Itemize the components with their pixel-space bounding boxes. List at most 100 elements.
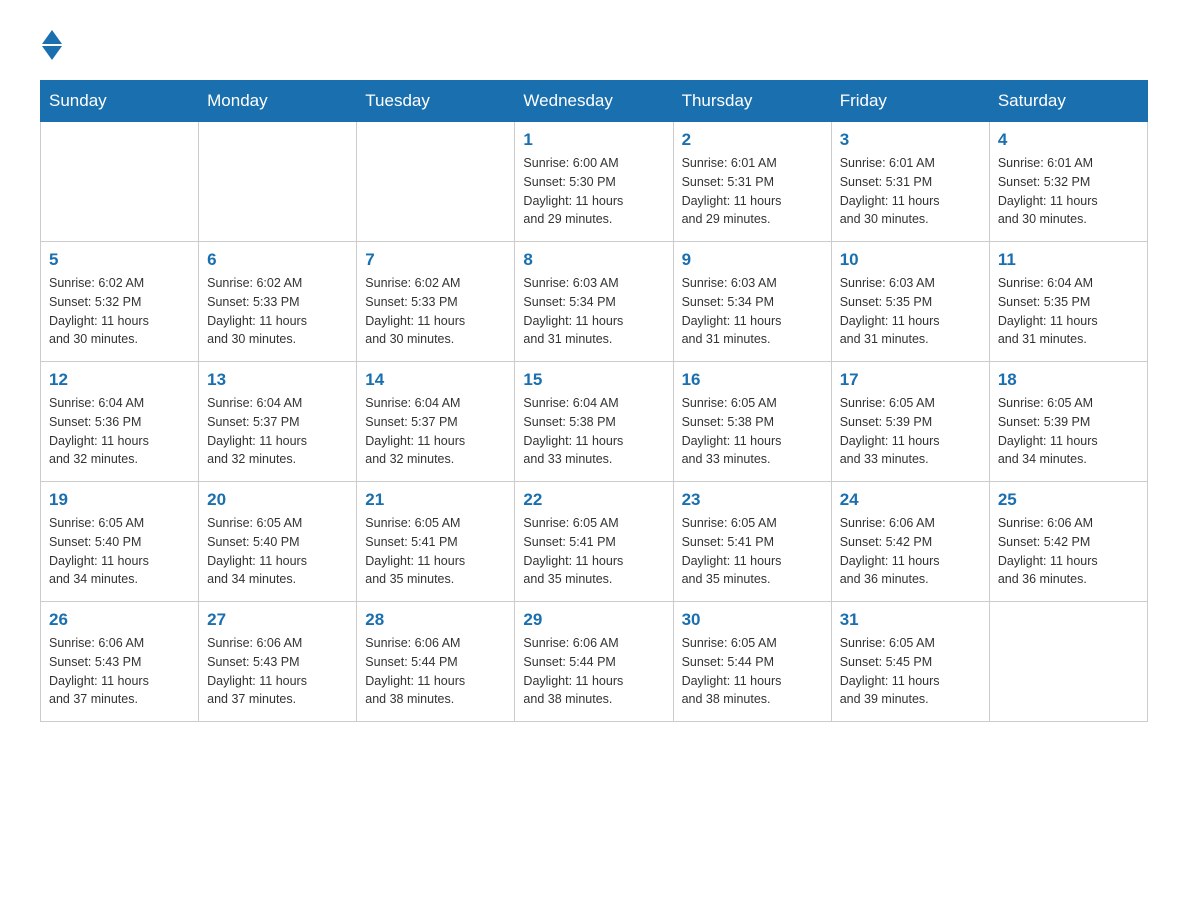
calendar-cell: 5Sunrise: 6:02 AM Sunset: 5:32 PM Daylig… bbox=[41, 242, 199, 362]
cell-info-text: Sunrise: 6:03 AM Sunset: 5:34 PM Dayligh… bbox=[682, 274, 823, 349]
calendar-header-sunday: Sunday bbox=[41, 81, 199, 122]
cell-day-number: 15 bbox=[523, 370, 664, 390]
calendar-cell: 27 Sunrise: 6:06 AM Sunset: 5:43 PM Dayli… bbox=[199, 602, 357, 722]
cell-day-number: 20 bbox=[207, 490, 348, 510]
calendar-header-saturday: Saturday bbox=[989, 81, 1147, 122]
cell-day-number: 1 bbox=[523, 130, 664, 150]
cell-info-text: Sunrise: 6:05 AM Sunset: 5:39 PM Dayligh… bbox=[998, 394, 1139, 469]
cell-day-number: 25 bbox=[998, 490, 1139, 510]
cell-info-text: Sunrise: 6:01 AM Sunset: 5:31 PM Dayligh… bbox=[682, 154, 823, 229]
page-header bbox=[40, 30, 1148, 60]
cell-day-number: 7 bbox=[365, 250, 506, 270]
calendar-cell: 6 Sunrise: 6:02 AM Sunset: 5:33 PM Daylig… bbox=[199, 242, 357, 362]
cell-day-number: 19 bbox=[49, 490, 190, 510]
cell-info-text: Sunrise: 6:04 AM Sunset: 5:37 PM Dayligh… bbox=[365, 394, 506, 469]
cell-day-number: 30 bbox=[682, 610, 823, 630]
calendar-header-friday: Friday bbox=[831, 81, 989, 122]
cell-info-text: Sunrise: 6:06 AM Sunset: 5:43 PM Dayligh… bbox=[49, 634, 190, 709]
cell-day-number: 8 bbox=[523, 250, 664, 270]
calendar-cell: 15 Sunrise: 6:04 AM Sunset: 5:38 PM Dayli… bbox=[515, 362, 673, 482]
cell-info-text: Sunrise: 6:06 AM Sunset: 5:42 PM Dayligh… bbox=[998, 514, 1139, 589]
cell-day-number: 29 bbox=[523, 610, 664, 630]
cell-info-text: Sunrise: 6:01 AM Sunset: 5:31 PM Dayligh… bbox=[840, 154, 981, 229]
cell-day-number: 16 bbox=[682, 370, 823, 390]
calendar-header-row: SundayMondayTuesdayWednesdayThursdayFrid… bbox=[41, 81, 1148, 122]
cell-day-number: 24 bbox=[840, 490, 981, 510]
calendar-cell: 8Sunrise: 6:03 AM Sunset: 5:34 PM Daylig… bbox=[515, 242, 673, 362]
calendar-cell bbox=[989, 602, 1147, 722]
calendar-cell: 13 Sunrise: 6:04 AM Sunset: 5:37 PM Dayli… bbox=[199, 362, 357, 482]
cell-info-text: Sunrise: 6:05 AM Sunset: 5:40 PM Dayligh… bbox=[49, 514, 190, 589]
cell-info-text: Sunrise: 6:00 AM Sunset: 5:30 PM Dayligh… bbox=[523, 154, 664, 229]
calendar-table: SundayMondayTuesdayWednesdayThursdayFrid… bbox=[40, 80, 1148, 722]
cell-info-text: Sunrise: 6:06 AM Sunset: 5:43 PM Dayligh… bbox=[207, 634, 348, 709]
calendar-header-tuesday: Tuesday bbox=[357, 81, 515, 122]
calendar-cell: 26 Sunrise: 6:06 AM Sunset: 5:43 PM Dayli… bbox=[41, 602, 199, 722]
cell-day-number: 13 bbox=[207, 370, 348, 390]
logo bbox=[40, 30, 62, 60]
cell-day-number: 3 bbox=[840, 130, 981, 150]
cell-info-text: Sunrise: 6:06 AM Sunset: 5:44 PM Dayligh… bbox=[365, 634, 506, 709]
calendar-cell: 29 Sunrise: 6:06 AM Sunset: 5:44 PM Dayli… bbox=[515, 602, 673, 722]
cell-day-number: 2 bbox=[682, 130, 823, 150]
calendar-cell: 24 Sunrise: 6:06 AM Sunset: 5:42 PM Dayli… bbox=[831, 482, 989, 602]
calendar-cell: 21 Sunrise: 6:05 AM Sunset: 5:41 PM Dayli… bbox=[357, 482, 515, 602]
cell-info-text: Sunrise: 6:02 AM Sunset: 5:33 PM Dayligh… bbox=[207, 274, 348, 349]
cell-info-text: Sunrise: 6:05 AM Sunset: 5:45 PM Dayligh… bbox=[840, 634, 981, 709]
calendar-cell: 7 Sunrise: 6:02 AM Sunset: 5:33 PM Daylig… bbox=[357, 242, 515, 362]
calendar-header-monday: Monday bbox=[199, 81, 357, 122]
calendar-cell: 18 Sunrise: 6:05 AM Sunset: 5:39 PM Dayli… bbox=[989, 362, 1147, 482]
calendar-cell: 12Sunrise: 6:04 AM Sunset: 5:36 PM Dayli… bbox=[41, 362, 199, 482]
cell-info-text: Sunrise: 6:01 AM Sunset: 5:32 PM Dayligh… bbox=[998, 154, 1139, 229]
calendar-cell: 30Sunrise: 6:05 AM Sunset: 5:44 PM Dayli… bbox=[673, 602, 831, 722]
calendar-cell: 9 Sunrise: 6:03 AM Sunset: 5:34 PM Daylig… bbox=[673, 242, 831, 362]
calendar-cell: 31 Sunrise: 6:05 AM Sunset: 5:45 PM Dayli… bbox=[831, 602, 989, 722]
cell-day-number: 21 bbox=[365, 490, 506, 510]
cell-day-number: 9 bbox=[682, 250, 823, 270]
calendar-cell: 19 Sunrise: 6:05 AM Sunset: 5:40 PM Dayli… bbox=[41, 482, 199, 602]
cell-info-text: Sunrise: 6:04 AM Sunset: 5:36 PM Dayligh… bbox=[49, 394, 190, 469]
cell-info-text: Sunrise: 6:04 AM Sunset: 5:37 PM Dayligh… bbox=[207, 394, 348, 469]
calendar-cell: 1 Sunrise: 6:00 AM Sunset: 5:30 PM Daylig… bbox=[515, 122, 673, 242]
calendar-week-4: 19 Sunrise: 6:05 AM Sunset: 5:40 PM Dayli… bbox=[41, 482, 1148, 602]
cell-day-number: 26 bbox=[49, 610, 190, 630]
cell-info-text: Sunrise: 6:05 AM Sunset: 5:39 PM Dayligh… bbox=[840, 394, 981, 469]
cell-info-text: Sunrise: 6:05 AM Sunset: 5:41 PM Dayligh… bbox=[365, 514, 506, 589]
calendar-week-5: 26 Sunrise: 6:06 AM Sunset: 5:43 PM Dayli… bbox=[41, 602, 1148, 722]
cell-info-text: Sunrise: 6:04 AM Sunset: 5:38 PM Dayligh… bbox=[523, 394, 664, 469]
calendar-cell: 17 Sunrise: 6:05 AM Sunset: 5:39 PM Dayli… bbox=[831, 362, 989, 482]
calendar-header-thursday: Thursday bbox=[673, 81, 831, 122]
calendar-cell: 22Sunrise: 6:05 AM Sunset: 5:41 PM Dayli… bbox=[515, 482, 673, 602]
cell-day-number: 17 bbox=[840, 370, 981, 390]
cell-day-number: 31 bbox=[840, 610, 981, 630]
cell-info-text: Sunrise: 6:05 AM Sunset: 5:38 PM Dayligh… bbox=[682, 394, 823, 469]
cell-day-number: 10 bbox=[840, 250, 981, 270]
calendar-cell: 28 Sunrise: 6:06 AM Sunset: 5:44 PM Dayli… bbox=[357, 602, 515, 722]
cell-day-number: 14 bbox=[365, 370, 506, 390]
calendar-cell bbox=[199, 122, 357, 242]
cell-info-text: Sunrise: 6:03 AM Sunset: 5:35 PM Dayligh… bbox=[840, 274, 981, 349]
calendar-week-2: 5Sunrise: 6:02 AM Sunset: 5:32 PM Daylig… bbox=[41, 242, 1148, 362]
cell-info-text: Sunrise: 6:05 AM Sunset: 5:41 PM Dayligh… bbox=[523, 514, 664, 589]
calendar-cell: 25 Sunrise: 6:06 AM Sunset: 5:42 PM Dayli… bbox=[989, 482, 1147, 602]
calendar-cell: 14 Sunrise: 6:04 AM Sunset: 5:37 PM Dayli… bbox=[357, 362, 515, 482]
cell-day-number: 6 bbox=[207, 250, 348, 270]
calendar-cell: 3 Sunrise: 6:01 AM Sunset: 5:31 PM Daylig… bbox=[831, 122, 989, 242]
calendar-week-3: 12Sunrise: 6:04 AM Sunset: 5:36 PM Dayli… bbox=[41, 362, 1148, 482]
calendar-cell bbox=[357, 122, 515, 242]
cell-info-text: Sunrise: 6:06 AM Sunset: 5:42 PM Dayligh… bbox=[840, 514, 981, 589]
cell-info-text: Sunrise: 6:06 AM Sunset: 5:44 PM Dayligh… bbox=[523, 634, 664, 709]
calendar-header-wednesday: Wednesday bbox=[515, 81, 673, 122]
cell-day-number: 27 bbox=[207, 610, 348, 630]
calendar-cell: 10 Sunrise: 6:03 AM Sunset: 5:35 PM Dayli… bbox=[831, 242, 989, 362]
calendar-cell: 20Sunrise: 6:05 AM Sunset: 5:40 PM Dayli… bbox=[199, 482, 357, 602]
cell-day-number: 5 bbox=[49, 250, 190, 270]
cell-info-text: Sunrise: 6:02 AM Sunset: 5:33 PM Dayligh… bbox=[365, 274, 506, 349]
cell-day-number: 18 bbox=[998, 370, 1139, 390]
calendar-cell: 16 Sunrise: 6:05 AM Sunset: 5:38 PM Dayli… bbox=[673, 362, 831, 482]
cell-day-number: 23 bbox=[682, 490, 823, 510]
cell-day-number: 28 bbox=[365, 610, 506, 630]
calendar-week-1: 1 Sunrise: 6:00 AM Sunset: 5:30 PM Daylig… bbox=[41, 122, 1148, 242]
calendar-cell: 23Sunrise: 6:05 AM Sunset: 5:41 PM Dayli… bbox=[673, 482, 831, 602]
calendar-cell bbox=[41, 122, 199, 242]
